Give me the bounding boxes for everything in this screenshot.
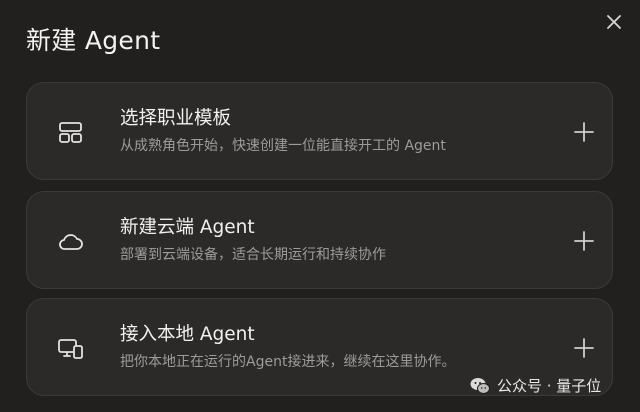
option-title: 选择职业模板 [120, 108, 232, 129]
option-description: 部署到云端设备，适合长期运行和持续协作 [120, 247, 386, 263]
cloud-icon [57, 228, 85, 256]
option-description: 从成熟角色开始，快速创建一位能直接开工的 Agent [120, 138, 446, 154]
close-icon [607, 15, 621, 29]
plus-icon[interactable] [571, 335, 597, 361]
close-button[interactable] [600, 8, 628, 36]
layout-template-icon [57, 119, 85, 147]
plus-icon[interactable] [571, 228, 597, 254]
option-card-template[interactable]: 选择职业模板 从成熟角色开始，快速创建一位能直接开工的 Agent [26, 82, 613, 180]
watermark: 公众号 · 量子位 [469, 375, 601, 396]
option-card-cloud[interactable]: 新建云端 Agent 部署到云端设备，适合长期运行和持续协作 [26, 191, 613, 289]
wechat-icon [470, 377, 490, 394]
plus-icon[interactable] [571, 119, 597, 145]
option-title: 新建云端 Agent [120, 217, 255, 238]
new-agent-dialog: 新建 Agent 选择职业模板 从成熟角色开始，快速创建一位能直接开工的 Age… [0, 0, 640, 412]
local-device-icon [57, 335, 85, 363]
option-title: 接入本地 Agent [120, 324, 255, 345]
dialog-title: 新建 Agent [26, 26, 161, 55]
option-description: 把你本地正在运行的Agent接进来，继续在这里协作。 [120, 354, 456, 370]
watermark-text: 公众号 · 量子位 [497, 377, 602, 395]
